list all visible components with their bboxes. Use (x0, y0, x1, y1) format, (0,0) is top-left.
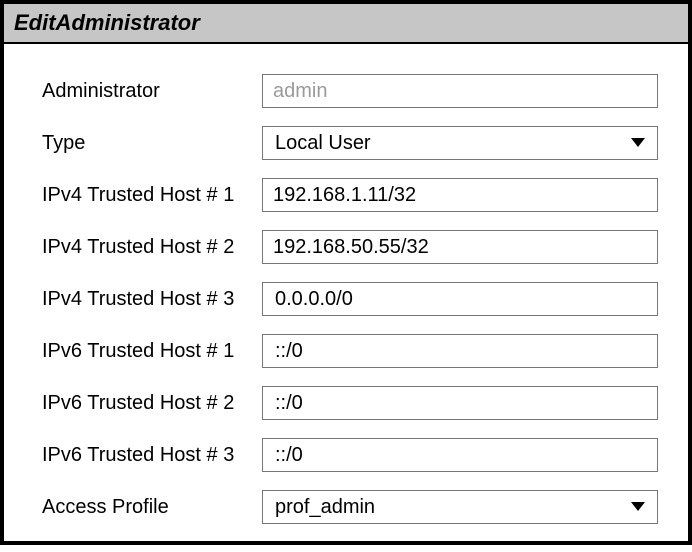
label-ipv6-host-1: IPv6 Trusted Host # 1 (42, 340, 262, 363)
ipv4-host-1-input[interactable] (262, 178, 658, 212)
row-access-profile: Access Profile prof_admin (42, 490, 658, 524)
row-ipv4-host-2: IPv4 Trusted Host # 2 (42, 230, 658, 264)
administrator-input (262, 74, 658, 108)
row-ipv6-host-2: IPv6 Trusted Host # 2 (42, 386, 658, 420)
label-administrator: Administrator (42, 80, 262, 103)
access-profile-select-value: prof_admin (275, 496, 375, 519)
label-access-profile: Access Profile (42, 496, 262, 519)
chevron-down-icon (631, 138, 645, 148)
ipv6-host-1-input[interactable] (262, 334, 658, 368)
edit-administrator-window: EditAdministrator Administrator Type Loc… (0, 0, 692, 545)
titlebar: EditAdministrator (4, 4, 688, 44)
row-ipv6-host-3: IPv6 Trusted Host # 3 (42, 438, 658, 472)
row-ipv4-host-1: IPv4 Trusted Host # 1 (42, 178, 658, 212)
ipv6-host-3-input[interactable] (262, 438, 658, 472)
row-ipv4-host-3: IPv4 Trusted Host # 3 (42, 282, 658, 316)
label-ipv4-host-1: IPv4 Trusted Host # 1 (42, 184, 262, 207)
row-type: Type Local User (42, 126, 658, 160)
chevron-down-icon (631, 502, 645, 512)
form-area: Administrator Type Local User IPv4 Trust… (4, 44, 688, 552)
label-ipv4-host-3: IPv4 Trusted Host # 3 (42, 288, 262, 311)
type-select[interactable]: Local User (262, 126, 658, 160)
label-ipv4-host-2: IPv4 Trusted Host # 2 (42, 236, 262, 259)
ipv4-host-2-input[interactable] (262, 230, 658, 264)
type-select-value: Local User (275, 132, 371, 155)
label-type: Type (42, 132, 262, 155)
row-ipv6-host-1: IPv6 Trusted Host # 1 (42, 334, 658, 368)
ipv6-host-2-input[interactable] (262, 386, 658, 420)
ipv4-host-3-input[interactable] (262, 282, 658, 316)
label-ipv6-host-3: IPv6 Trusted Host # 3 (42, 444, 262, 467)
window-title: EditAdministrator (14, 10, 200, 35)
access-profile-select[interactable]: prof_admin (262, 490, 658, 524)
row-administrator: Administrator (42, 74, 658, 108)
label-ipv6-host-2: IPv6 Trusted Host # 2 (42, 392, 262, 415)
